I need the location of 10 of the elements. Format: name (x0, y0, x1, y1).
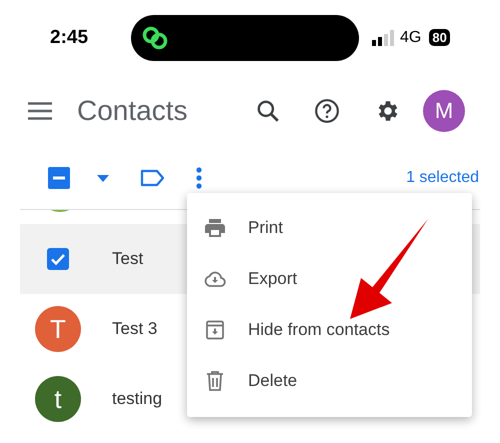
contact-avatar: T (35, 306, 81, 352)
selection-count: 1 selected (406, 169, 479, 187)
clock-time: 2:45 (50, 26, 90, 48)
battery-level: 80 (429, 29, 450, 46)
contact-name: Test (112, 249, 144, 269)
network-type: 4G (400, 28, 422, 46)
contact-name: testing (112, 389, 162, 409)
contact-avatar: t (35, 376, 81, 422)
app-title: Contacts (77, 95, 188, 127)
contact-name: Test 3 (112, 319, 158, 339)
